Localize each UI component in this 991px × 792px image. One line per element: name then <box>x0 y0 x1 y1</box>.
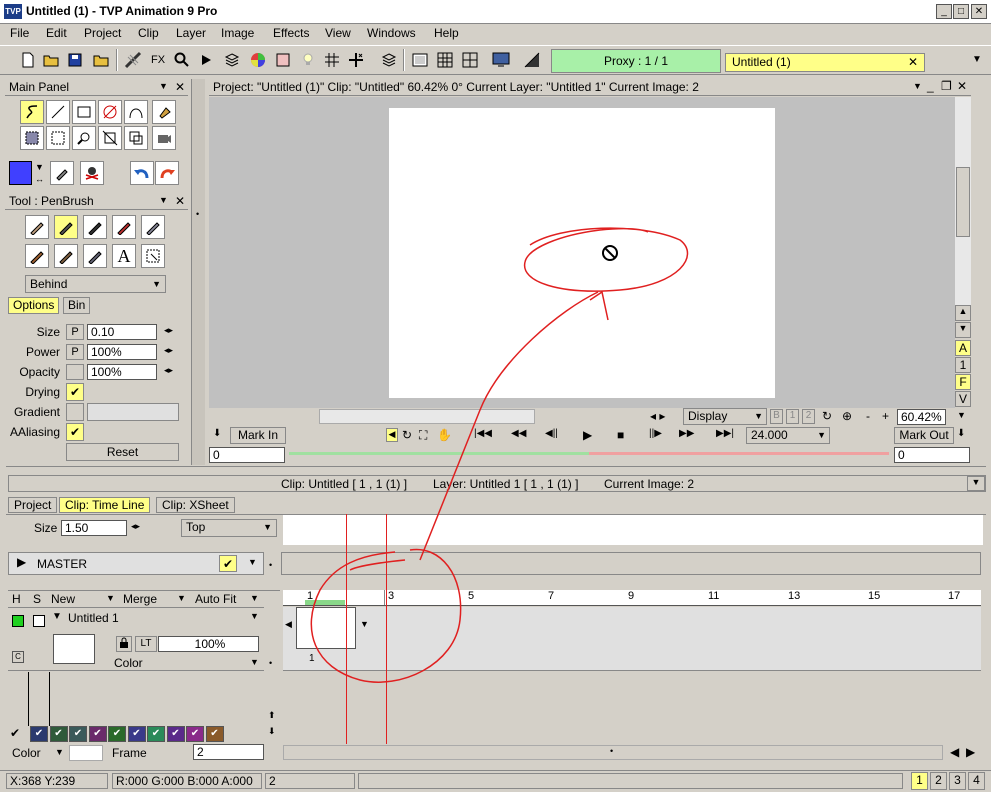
red-annotation-overlay <box>310 227 689 683</box>
